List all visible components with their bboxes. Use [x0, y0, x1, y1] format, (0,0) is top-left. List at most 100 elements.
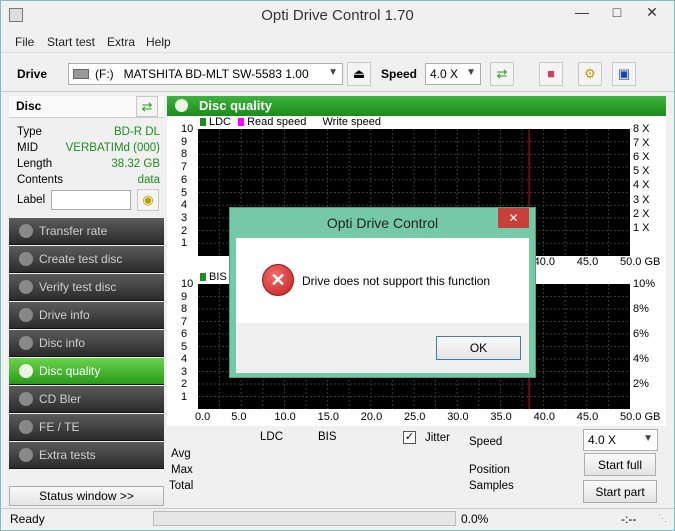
bis-column-header: BIS [318, 431, 337, 443]
disc-length-value: 38.32 GB [111, 158, 160, 170]
menu-help[interactable]: Help [146, 35, 171, 49]
dialog-title: Opti Drive Control [326, 215, 439, 231]
nav-create-test-disc[interactable]: Create test disc [9, 246, 164, 273]
y-tick-label: 8 X [633, 123, 650, 135]
x-tick-label: 45.0 [576, 411, 599, 423]
error-icon: ✕ [262, 264, 294, 296]
drive-name: MATSHITA BD-MLT SW-5583 1.00 [123, 67, 309, 81]
eject-button[interactable]: ⏏ [347, 62, 371, 86]
nav-verify-test-disc[interactable]: Verify test disc [9, 274, 164, 301]
eraser-button[interactable]: ■ [539, 62, 563, 86]
x-tick-label: 40.0 [533, 256, 556, 268]
disc-label-apply-button[interactable]: ◉ [137, 189, 159, 211]
toolbar: Drive (F:) MATSHITA BD-MLT SW-5583 1.00 … [1, 56, 674, 92]
disc-length-key: Length [17, 158, 53, 170]
y-tick-label: 10 [181, 123, 194, 135]
legend-read-speed-swatch [238, 118, 245, 126]
nav-label: Drive info [39, 308, 90, 322]
y-tick-label: 8 [181, 303, 188, 315]
legend-ldc: LDC [200, 116, 231, 128]
speed-stat-label: Speed [469, 436, 503, 448]
drive-select[interactable]: (F:) MATSHITA BD-MLT SW-5583 1.00 ▼ [68, 63, 343, 85]
disc-label-key: Label [17, 194, 46, 206]
close-button[interactable]: ✕ [637, 1, 667, 23]
minimize-button[interactable]: — [567, 1, 597, 23]
disc-quality-title: Disc quality [199, 98, 272, 113]
fe-te-icon [19, 420, 33, 434]
disc-mid-key: MID [17, 142, 39, 154]
extra-tests-icon [19, 448, 33, 462]
jitter-label: Jitter [425, 432, 450, 444]
x-tick-label: 50.0 GB [620, 411, 661, 423]
y-tick-label: 4 X [633, 179, 650, 192]
nav-label: Create test disc [39, 252, 123, 266]
nav-disc-quality[interactable]: Disc quality [9, 358, 164, 385]
status-window-button[interactable]: Status window >> [9, 486, 164, 506]
nav-label: Disc info [39, 336, 86, 350]
progress-text: 0.0% [461, 512, 489, 526]
x-tick-label: 30.0 [447, 411, 469, 423]
legend-read-speed: Read speed [238, 116, 306, 128]
nav-extra-tests[interactable]: Extra tests [9, 442, 164, 469]
dialog-ok-button[interactable]: OK [436, 336, 521, 360]
quality-speed-value: 4.0 X [588, 433, 617, 447]
chevron-down-icon: ▼ [328, 67, 338, 78]
legend-ldc-swatch [200, 118, 206, 126]
legend-write-speed: Write speed [313, 116, 381, 128]
disc-refresh-button[interactable]: ⇄ [136, 96, 158, 117]
start-full-button[interactable]: Start full [584, 453, 656, 476]
start-part-button[interactable]: Start part [583, 480, 657, 503]
transfer-rate-icon [19, 224, 33, 238]
disc-heading: Disc [16, 99, 42, 113]
disc-contents-key: Contents [17, 174, 64, 186]
nav-label: Verify test disc [39, 280, 117, 294]
nav-label: Disc quality [39, 364, 101, 378]
drive-info-icon [19, 308, 33, 322]
dialog-message: Drive does not support this function [302, 274, 491, 288]
speed-label: Speed [381, 67, 418, 81]
samples-label: Samples [469, 480, 514, 492]
menu-file[interactable]: File [15, 35, 34, 49]
nav-transfer-rate[interactable]: Transfer rate [9, 218, 164, 245]
nav-fe-te[interactable]: FE / TE [9, 414, 164, 441]
quality-speed-select[interactable]: 4.0 X ▼ [583, 429, 658, 451]
top-legend: LDC Read speed Write speed [200, 116, 381, 128]
progress-bar [153, 511, 456, 526]
y-tick-label: 5 [181, 340, 188, 353]
jitter-checkbox[interactable]: ✓ [403, 431, 416, 444]
resize-grip-icon[interactable]: ⋱ [658, 513, 667, 524]
legend-write-speed-label: Write speed [322, 116, 381, 128]
menu-extra[interactable]: Extra [107, 35, 135, 49]
nav-disc-info[interactable]: Disc info [9, 330, 164, 357]
ldc-column-header: LDC [260, 431, 284, 443]
max-label: Max [171, 464, 193, 476]
y-tick-label: 1 [181, 237, 188, 250]
dialog-close-button[interactable]: ✕ [498, 208, 529, 228]
disc-label-input[interactable] [51, 190, 131, 210]
chevron-down-icon: ▼ [466, 67, 476, 78]
y-tick-label: 3 X [633, 193, 650, 206]
y-tick-label: 3 [181, 365, 188, 378]
bottom-legend: BIS [200, 271, 227, 283]
save-button[interactable]: ▣ [612, 62, 636, 86]
disc-type-key: Type [17, 126, 42, 138]
speed-select[interactable]: 4.0 X ▼ [425, 63, 481, 85]
disc-quality-header: Disc quality [167, 96, 666, 116]
verify-disc-icon [19, 280, 33, 294]
settings-button[interactable]: ⚙ [578, 62, 602, 86]
nav-drive-info[interactable]: Drive info [9, 302, 164, 329]
maximize-button[interactable]: □ [602, 1, 632, 23]
disc-quality-icon [19, 364, 33, 378]
refresh-button[interactable]: ⇄ [490, 62, 514, 86]
y-tick-label: 6% [633, 328, 649, 340]
nav-cd-bler[interactable]: CD Bler [9, 386, 164, 413]
menu-start-test[interactable]: Start test [47, 35, 95, 49]
y-tick-label: 1 X [633, 221, 650, 234]
drive-letter: (F:) [95, 67, 114, 81]
disc-contents-value: data [137, 174, 160, 186]
y-tick-label: 2 [181, 224, 188, 237]
total-label: Total [169, 480, 194, 492]
status-bar: Ready 0.0% -:-- ⋱ [1, 508, 674, 530]
y-tick-label: 4 [181, 353, 188, 365]
x-tick-label: 35.0 [490, 411, 512, 423]
